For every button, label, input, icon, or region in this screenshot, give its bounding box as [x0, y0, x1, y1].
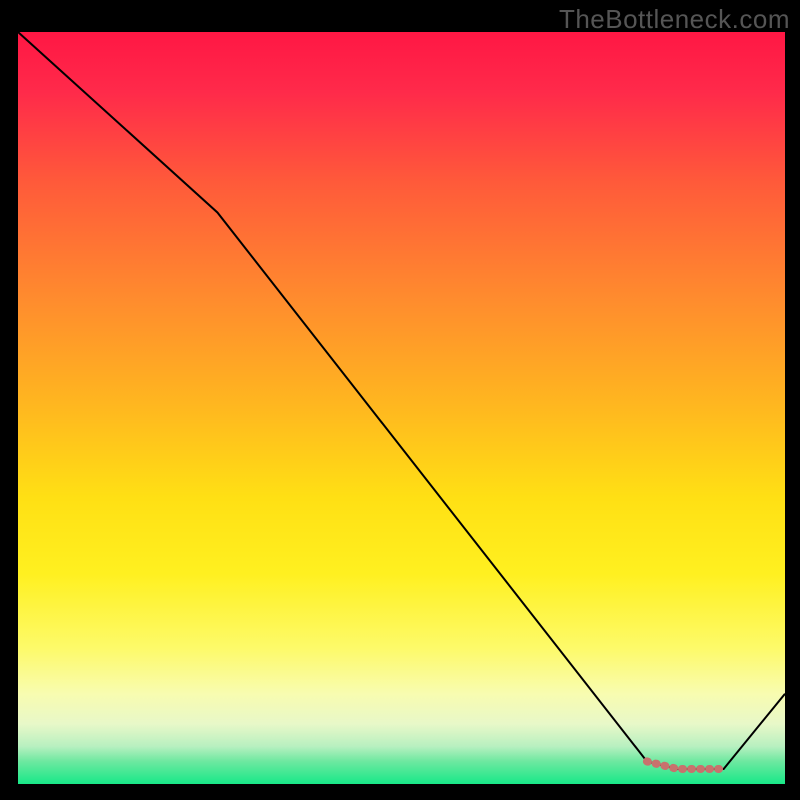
chart-plot-area: [18, 32, 785, 784]
bottleneck-curve-line: [18, 32, 785, 769]
watermark-text: TheBottleneck.com: [559, 4, 790, 35]
chart-lines: [18, 32, 785, 784]
highlight-segment-line: [647, 761, 724, 769]
